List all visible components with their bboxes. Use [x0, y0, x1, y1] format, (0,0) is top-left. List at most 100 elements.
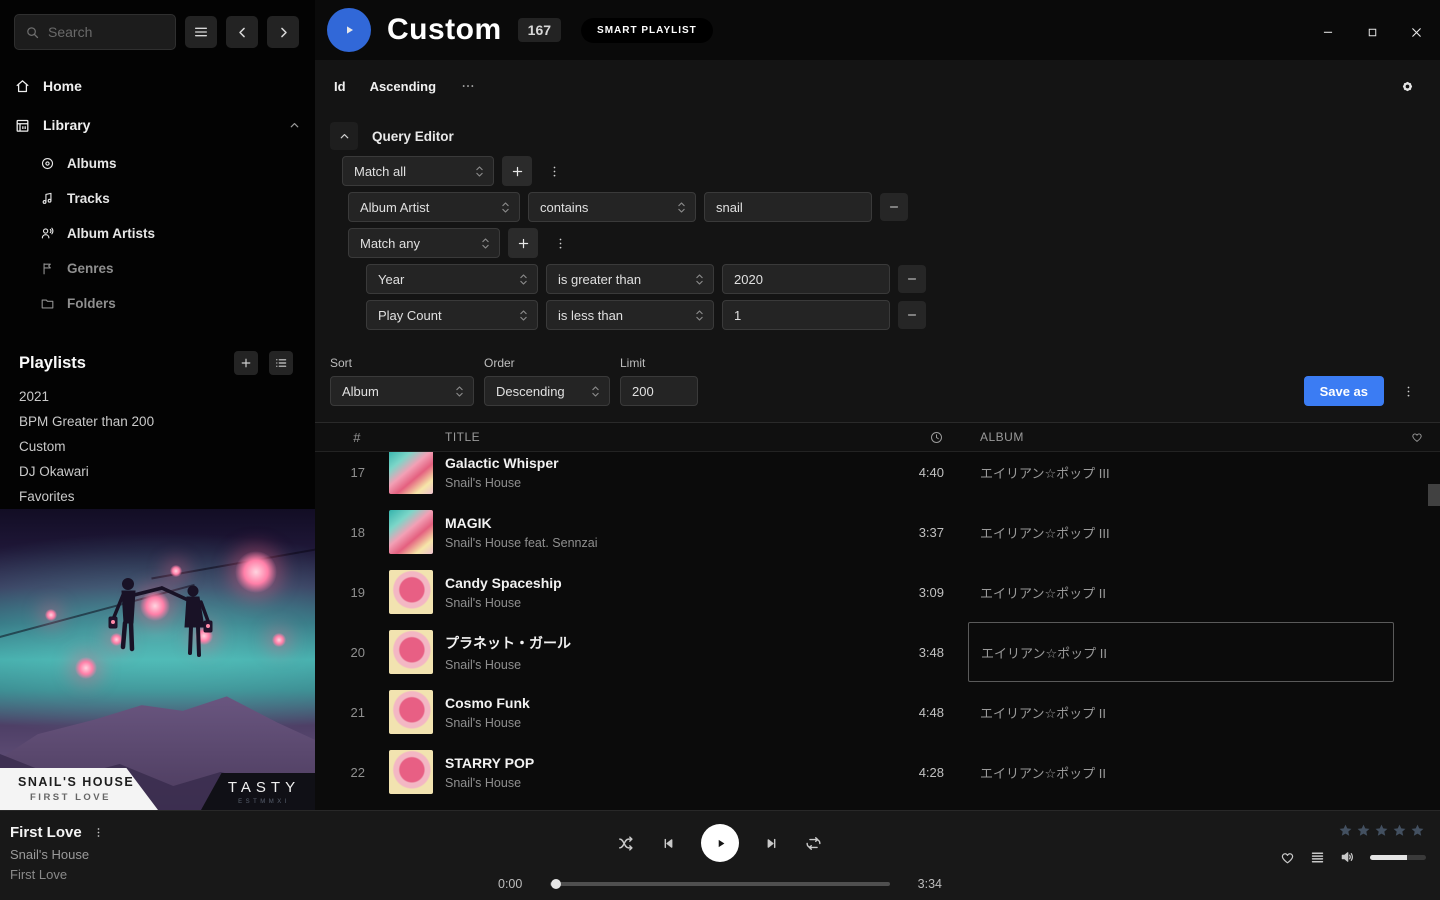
table-row[interactable]: 22 STARRY POPSnail's House 4:28 エイリアン☆ポッ…: [315, 742, 1440, 802]
track-album[interactable]: エイリアン☆ポップ III: [968, 452, 1394, 502]
table-row[interactable]: 20 プラネット・ガールSnail's House 3:48 エイリアン☆ポップ…: [315, 622, 1440, 682]
now-playing-album-art[interactable]: SNAIL'S HOUSE FIRST LOVE TASTY ESTMMXI: [0, 509, 315, 810]
next-track-button[interactable]: [763, 835, 780, 852]
star-icon[interactable]: [1355, 823, 1372, 838]
track-artist[interactable]: Snail's House: [445, 716, 874, 730]
playlist-item[interactable]: Favorites: [0, 484, 315, 509]
match-type-select[interactable]: Match all: [342, 156, 494, 186]
group-options-button[interactable]: [546, 228, 574, 258]
track-album-focused-cell[interactable]: エイリアン☆ポップ II: [968, 622, 1394, 682]
group-options-button[interactable]: [540, 156, 568, 186]
sidebar-item-tracks[interactable]: Tracks: [40, 185, 301, 212]
repeat-button[interactable]: [804, 834, 823, 853]
playlist-list-button[interactable]: [269, 351, 293, 375]
search-input[interactable]: [48, 24, 148, 40]
nav-forward-button[interactable]: [267, 16, 299, 48]
column-header-title[interactable]: TITLE: [433, 430, 874, 444]
add-playlist-button[interactable]: [234, 351, 258, 375]
window-close-button[interactable]: [1402, 18, 1430, 46]
playlist-item[interactable]: 2021: [0, 384, 315, 409]
now-playing-options-button[interactable]: [92, 823, 105, 841]
rule-operator-select[interactable]: is less than: [546, 300, 714, 330]
star-icon[interactable]: [1391, 823, 1408, 838]
track-album[interactable]: エイリアン☆ポップ II: [968, 562, 1394, 622]
previous-track-button[interactable]: [660, 835, 677, 852]
favorite-button[interactable]: [1279, 849, 1296, 866]
sidebar-item-genres[interactable]: Genres: [40, 255, 301, 282]
play-icon: [712, 835, 729, 852]
add-rule-button[interactable]: [502, 156, 532, 186]
volume-slider[interactable]: [1370, 855, 1426, 860]
rule-field-select[interactable]: Album Artist: [348, 192, 520, 222]
more-options-button[interactable]: [460, 78, 476, 94]
match-type-select[interactable]: Match any: [348, 228, 500, 258]
playlist-item[interactable]: DJ Okawari: [0, 459, 315, 484]
table-row[interactable]: 17 Galactic WhisperSnail's House 4:40 エイ…: [315, 452, 1440, 502]
queue-button[interactable]: [1309, 849, 1326, 866]
seek-handle[interactable]: [551, 879, 561, 889]
seek-slider[interactable]: [550, 882, 890, 886]
table-row[interactable]: 21 Cosmo FunkSnail's House 4:48 エイリアン☆ポッ…: [315, 682, 1440, 742]
playlist-item[interactable]: Custom: [0, 434, 315, 459]
add-rule-button[interactable]: [508, 228, 538, 258]
limit-input[interactable]: [620, 376, 698, 406]
table-row[interactable]: 19 Candy SpaceshipSnail's House 3:09 エイリ…: [315, 562, 1440, 622]
now-playing-artist[interactable]: Snail's House: [10, 847, 310, 862]
rule-field-select[interactable]: Play Count: [366, 300, 538, 330]
track-album[interactable]: エイリアン☆ポップ III: [968, 502, 1394, 562]
now-playing-album[interactable]: First Love: [10, 867, 310, 882]
table-row[interactable]: 18 MAGIKSnail's House feat. Sennzai 3:37…: [315, 502, 1440, 562]
column-header-index[interactable]: #: [315, 430, 375, 445]
sidebar-item-home[interactable]: Home: [14, 72, 301, 100]
track-artist[interactable]: Snail's House: [445, 476, 874, 490]
nav-back-button[interactable]: [226, 16, 258, 48]
settings-button[interactable]: [1399, 78, 1416, 95]
track-album[interactable]: エイリアン☆ポップ II: [968, 682, 1394, 742]
rule-field-select[interactable]: Year: [366, 264, 538, 294]
sidebar-item-albums[interactable]: Albums: [40, 150, 301, 177]
play-playlist-button[interactable]: [327, 8, 371, 52]
order-select[interactable]: Descending: [484, 376, 610, 406]
track-artist[interactable]: Snail's House feat. Sennzai: [445, 536, 874, 550]
window-maximize-button[interactable]: [1358, 18, 1386, 46]
track-artist[interactable]: Snail's House: [445, 776, 874, 790]
scrollbar-thumb[interactable]: [1428, 484, 1440, 506]
window-minimize-button[interactable]: [1314, 18, 1342, 46]
star-icon[interactable]: [1373, 823, 1390, 838]
track-title: Candy Spaceship: [445, 575, 874, 591]
collapse-query-editor-button[interactable]: [330, 122, 358, 150]
rule-operator-select[interactable]: contains: [528, 192, 696, 222]
sidebar-item-library[interactable]: Library: [14, 111, 301, 139]
sort-field-button[interactable]: Id: [334, 79, 346, 94]
track-album[interactable]: エイリアン☆ポップ II: [968, 742, 1394, 802]
column-header-favorite[interactable]: [1394, 430, 1440, 444]
rule-value-input[interactable]: [722, 264, 890, 294]
remove-rule-button[interactable]: [880, 193, 908, 221]
select-value: Match all: [354, 164, 406, 179]
rule-value-input[interactable]: [722, 300, 890, 330]
track-artist[interactable]: Snail's House: [445, 658, 874, 672]
volume-button[interactable]: [1339, 848, 1357, 866]
artist-icon: [40, 226, 55, 241]
save-options-button[interactable]: [1394, 376, 1422, 406]
star-icon[interactable]: [1409, 823, 1426, 838]
sort-select[interactable]: Album: [330, 376, 474, 406]
now-playing-title[interactable]: First Love: [10, 824, 82, 841]
rule-operator-select[interactable]: is greater than: [546, 264, 714, 294]
chevron-up-icon[interactable]: [288, 119, 301, 132]
shuffle-button[interactable]: [617, 834, 636, 853]
rule-value-input[interactable]: [704, 192, 872, 222]
column-header-album[interactable]: ALBUM: [968, 430, 1394, 444]
sidebar-item-folders[interactable]: Folders: [40, 290, 301, 317]
sidebar-menu-button[interactable]: [185, 16, 217, 48]
remove-rule-button[interactable]: [898, 301, 926, 329]
remove-rule-button[interactable]: [898, 265, 926, 293]
sidebar-item-album-artists[interactable]: Album Artists: [40, 220, 301, 247]
star-icon[interactable]: [1337, 823, 1354, 838]
sort-direction-button[interactable]: Ascending: [370, 79, 436, 94]
playlist-item[interactable]: BPM Greater than 200: [0, 409, 315, 434]
column-header-duration[interactable]: [874, 430, 968, 445]
track-artist[interactable]: Snail's House: [445, 596, 874, 610]
save-as-button[interactable]: Save as: [1304, 376, 1384, 406]
play-pause-button[interactable]: [701, 824, 739, 862]
